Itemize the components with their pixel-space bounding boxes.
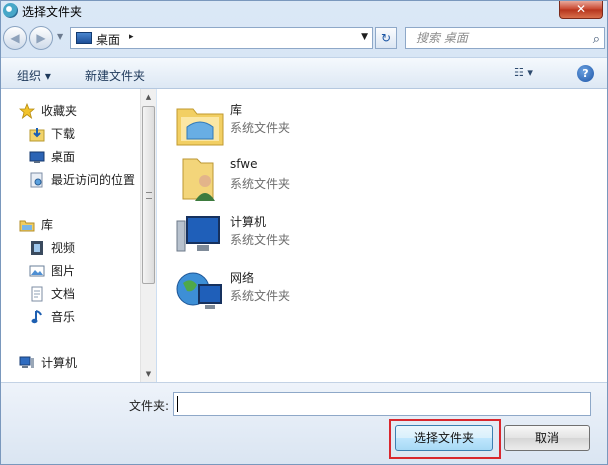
new-folder-button[interactable]: 新建文件夹 [85,67,145,84]
video-icon [31,241,43,255]
navigation-pane: 收藏夹 下载 桌面 最近访问的位置 库 视频 图片 文档 音乐 计算机 ▲ ▼ [1,89,156,382]
address-location[interactable]: 桌面 [96,31,120,48]
file-type: 系统文件夹 [230,233,291,247]
scroll-thumb[interactable] [142,106,155,284]
list-item-user-folder[interactable]: sfwe 系统文件夹 [175,151,435,205]
scroll-up-arrow[interactable]: ▲ [141,89,156,105]
file-type: 系统文件夹 [230,121,291,135]
download-icon [29,128,45,142]
sidebar-item-label: 收藏夹 [41,104,78,118]
library-icon [19,220,35,232]
dialog-footer: 文件夹: 选择文件夹 取消 [1,382,607,464]
sidebar-item-label: 桌面 [51,150,76,164]
search-icon: ⌕ [592,32,600,47]
list-item-computer[interactable]: 计算机 系统文件夹 [175,207,435,261]
forward-button[interactable]: ▶ [29,26,53,50]
file-name: 网络 [230,271,255,285]
sidebar-item-label: 最近访问的位置 [51,173,136,187]
app-icon [3,3,18,18]
navigation-scrollbar[interactable]: ▲ ▼ [140,89,156,382]
recent-pages-dropdown[interactable]: ▼ [57,32,63,41]
computer-icon [176,216,220,252]
refresh-button[interactable]: ↻ [375,27,397,49]
folder-label: 文件夹: [129,399,170,413]
text-caret [177,396,178,412]
sidebar-item-label: 图片 [51,264,76,278]
file-type: 系统文件夹 [230,289,291,303]
chevron-down-icon[interactable]: ▼ [361,32,368,42]
sidebar-item-label: 视频 [51,241,76,255]
desktop-icon [76,32,92,44]
star-icon [19,103,35,119]
document-icon [31,286,43,302]
scroll-down-arrow[interactable]: ▼ [141,366,156,382]
sidebar-item-label: 文档 [51,287,76,301]
sidebar-item-label: 下载 [51,127,76,141]
library-folder-icon [176,108,224,146]
file-name: 计算机 [230,215,267,229]
close-button[interactable]: ✕ [559,1,603,19]
sidebar-item-label: 库 [41,218,54,232]
user-folder-icon [182,158,215,201]
desktop-icon [29,151,45,163]
chevron-right-icon[interactable]: ▸ [129,32,134,42]
back-button[interactable]: ◀ [3,26,27,50]
file-type: 系统文件夹 [230,177,291,191]
recent-places-icon [30,172,43,188]
sidebar-item-label: 计算机 [41,356,78,370]
sidebar-item-label: 音乐 [51,310,76,324]
help-button[interactable]: ? [577,65,594,82]
title-bar: 选择文件夹 ✕ [1,1,607,21]
organize-menu[interactable]: 组织 ▾ [17,67,51,84]
computer-icon [19,356,34,368]
network-icon [176,272,222,309]
folder-name-input[interactable] [173,392,591,416]
folder-picker-dialog: 选择文件夹 ✕ ◀ ▶ ▼ 桌面 ▸ ▼ ↻ 搜索 桌面 ⌕ 组织 ▾ 新建文件… [0,0,608,465]
file-list: 库 系统文件夹 sfwe 系统文件夹 计算机 系统文件夹 网络 系统文件夹 [157,89,607,382]
search-input[interactable]: 搜索 桌面 ⌕ [405,27,605,49]
cancel-button[interactable]: 取消 [504,425,590,451]
file-name: sfwe [230,157,258,171]
list-item-network[interactable]: 网络 系统文件夹 [175,263,435,317]
file-name: 库 [230,103,243,117]
search-placeholder: 搜索 桌面 [416,31,468,45]
music-icon [31,310,42,324]
view-options-button[interactable]: ☷ ▾ [514,66,548,82]
picture-icon [29,265,45,277]
command-toolbar: 组织 ▾ 新建文件夹 ☷ ▾ ? [1,57,607,89]
address-row: ◀ ▶ ▼ 桌面 ▸ ▼ ↻ 搜索 桌面 ⌕ [1,23,607,53]
address-bar[interactable]: 桌面 ▸ ▼ [70,27,373,49]
list-item-library[interactable]: 库 系统文件夹 [175,95,435,149]
window-title: 选择文件夹 [22,5,83,19]
select-folder-button[interactable]: 选择文件夹 [395,425,493,451]
